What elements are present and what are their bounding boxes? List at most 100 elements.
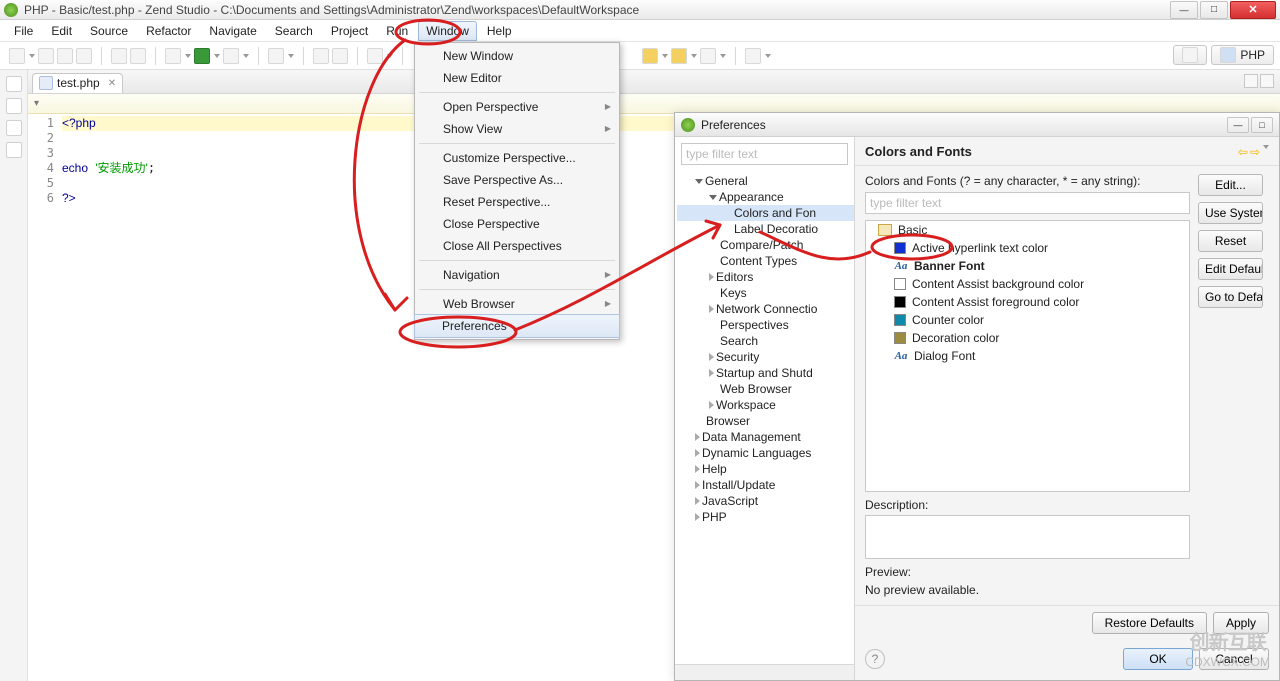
tree-node-install-update[interactable]: Install/Update [677, 477, 854, 493]
cf-item-counter-color[interactable]: Counter color [866, 311, 1189, 329]
editor-tab-testphp[interactable]: test.php ✕ [32, 73, 123, 93]
menu-refactor[interactable]: Refactor [138, 21, 199, 41]
view-icon[interactable] [6, 142, 22, 158]
menu-item-show-view[interactable]: Show View [415, 118, 619, 140]
open-perspective-button[interactable] [1173, 45, 1207, 65]
cf-item-content-assist-foreground-color[interactable]: Content Assist foreground color [866, 293, 1189, 311]
filter-input[interactable]: type filter text [681, 143, 848, 165]
debug-icon[interactable] [165, 48, 181, 64]
menu-window[interactable]: Window [418, 21, 477, 41]
tree-node-php[interactable]: PHP [677, 509, 854, 525]
view-icon[interactable] [6, 98, 22, 114]
menu-item-close-perspective[interactable]: Close Perspective [415, 213, 619, 235]
breadcrumb[interactable]: ▾ [28, 94, 1280, 114]
back-icon[interactable]: ⇦ [1238, 145, 1248, 159]
edit-default--button[interactable]: Edit Default... [1198, 258, 1263, 280]
menu-item-save-perspective-as-[interactable]: Save Perspective As... [415, 169, 619, 191]
close-icon[interactable]: ✕ [108, 78, 116, 89]
restore-defaults-button[interactable]: Restore Defaults [1092, 612, 1207, 634]
window-maximize-button[interactable] [1200, 1, 1228, 19]
cf-item-dialog-font[interactable]: AaDialog Font [866, 347, 1189, 365]
window-close-button[interactable] [1230, 1, 1276, 19]
tree-node-perspectives[interactable]: Perspectives [677, 317, 854, 333]
menu-source[interactable]: Source [82, 21, 136, 41]
menu-item-web-browser[interactable]: Web Browser [415, 293, 619, 315]
toolbar-icon[interactable] [111, 48, 127, 64]
tree-node-general[interactable]: General [677, 173, 854, 189]
new-php-icon[interactable] [268, 48, 284, 64]
tree-node-editors[interactable]: Editors [677, 269, 854, 285]
menu-item-close-all-perspectives[interactable]: Close All Perspectives [415, 235, 619, 257]
go-to-default-button[interactable]: Go to Default [1198, 286, 1263, 308]
toolbar-icon[interactable] [332, 48, 348, 64]
dialog-maximize-button[interactable]: □ [1251, 117, 1273, 133]
menu-item-preferences[interactable]: Preferences [414, 314, 620, 338]
menu-item-open-perspective[interactable]: Open Perspective [415, 96, 619, 118]
tree-node-network-connections[interactable]: Network Connectio [677, 301, 854, 317]
tree-node-browser[interactable]: Browser [677, 413, 854, 429]
tree-node-data-management[interactable]: Data Management [677, 429, 854, 445]
menu-run[interactable]: Run [378, 21, 416, 41]
menu-item-customize-perspective-[interactable]: Customize Perspective... [415, 147, 619, 169]
colors-fonts-filter[interactable]: type filter text [865, 192, 1190, 214]
tree-node-web-browser[interactable]: Web Browser [677, 381, 854, 397]
tree-node-colors-and-fonts[interactable]: Colors and Fon [677, 205, 854, 221]
tree-node-startup-and-shutdown[interactable]: Startup and Shutd [677, 365, 854, 381]
view-icon[interactable] [6, 120, 22, 136]
nav-forward-icon[interactable] [671, 48, 687, 64]
use-system-font-button[interactable]: Use System Font [1198, 202, 1263, 224]
cancel-button[interactable]: Cancel [1199, 648, 1269, 670]
cf-item-active-hyperlink-text-color[interactable]: Active hyperlink text color [866, 239, 1189, 257]
tree-node-compare-patch[interactable]: Compare/Patch [677, 237, 854, 253]
ok-button[interactable]: OK [1123, 648, 1193, 670]
tree-node-javascript[interactable]: JavaScript [677, 493, 854, 509]
tree-node-search[interactable]: Search [677, 333, 854, 349]
external-tools-icon[interactable] [223, 48, 239, 64]
tree-node-help[interactable]: Help [677, 461, 854, 477]
save-icon[interactable] [38, 48, 54, 64]
menu-item-new-editor[interactable]: New Editor [415, 67, 619, 89]
menu-navigate[interactable]: Navigate [201, 21, 264, 41]
tree-node-content-types[interactable]: Content Types [677, 253, 854, 269]
tree-node-security[interactable]: Security [677, 349, 854, 365]
tree-node-dynamic-languages[interactable]: Dynamic Languages [677, 445, 854, 461]
menu-item-new-window[interactable]: New Window [415, 45, 619, 67]
toolbar-icon[interactable] [130, 48, 146, 64]
tree-node-workspace[interactable]: Workspace [677, 397, 854, 413]
menu-item-navigation[interactable]: Navigation [415, 264, 619, 286]
menu-search[interactable]: Search [267, 21, 321, 41]
edit--button[interactable]: Edit... [1198, 174, 1263, 196]
colors-fonts-tree[interactable]: BasicActive hyperlink text colorAaBanner… [865, 220, 1190, 492]
toolbar-icon[interactable] [313, 48, 329, 64]
maximize-view-button[interactable] [1260, 74, 1274, 88]
menu-item-reset-perspective-[interactable]: Reset Perspective... [415, 191, 619, 213]
apply-button[interactable]: Apply [1213, 612, 1269, 634]
cf-item-basic[interactable]: Basic [866, 221, 1189, 239]
search-icon[interactable] [367, 48, 383, 64]
menu-help[interactable]: Help [479, 21, 520, 41]
new-icon[interactable] [9, 48, 25, 64]
tree-node-keys[interactable]: Keys [677, 285, 854, 301]
cf-item-decoration-color[interactable]: Decoration color [866, 329, 1189, 347]
menu-project[interactable]: Project [323, 21, 376, 41]
view-icon[interactable] [6, 76, 22, 92]
save-all-icon[interactable] [57, 48, 73, 64]
toolbar-icon[interactable] [745, 48, 761, 64]
cf-item-content-assist-background-color[interactable]: Content Assist background color [866, 275, 1189, 293]
print-icon[interactable] [76, 48, 92, 64]
preferences-tree[interactable]: GeneralAppearanceColors and FonLabel Dec… [675, 171, 854, 664]
horizontal-scrollbar[interactable] [675, 664, 854, 680]
perspective-php[interactable]: PHP [1211, 45, 1274, 65]
menu-edit[interactable]: Edit [43, 21, 80, 41]
cf-item-banner-font[interactable]: AaBanner Font [866, 257, 1189, 275]
minimize-view-button[interactable] [1244, 74, 1258, 88]
nav-icon[interactable] [700, 48, 716, 64]
forward-icon[interactable]: ⇨ [1250, 145, 1260, 159]
menu-file[interactable]: File [6, 21, 41, 41]
dialog-minimize-button[interactable]: — [1227, 117, 1249, 133]
run-icon[interactable] [194, 48, 210, 64]
nav-back-icon[interactable] [642, 48, 658, 64]
help-icon[interactable]: ? [865, 649, 885, 669]
window-minimize-button[interactable] [1170, 1, 1198, 19]
tree-node-label-decorations[interactable]: Label Decoratio [677, 221, 854, 237]
